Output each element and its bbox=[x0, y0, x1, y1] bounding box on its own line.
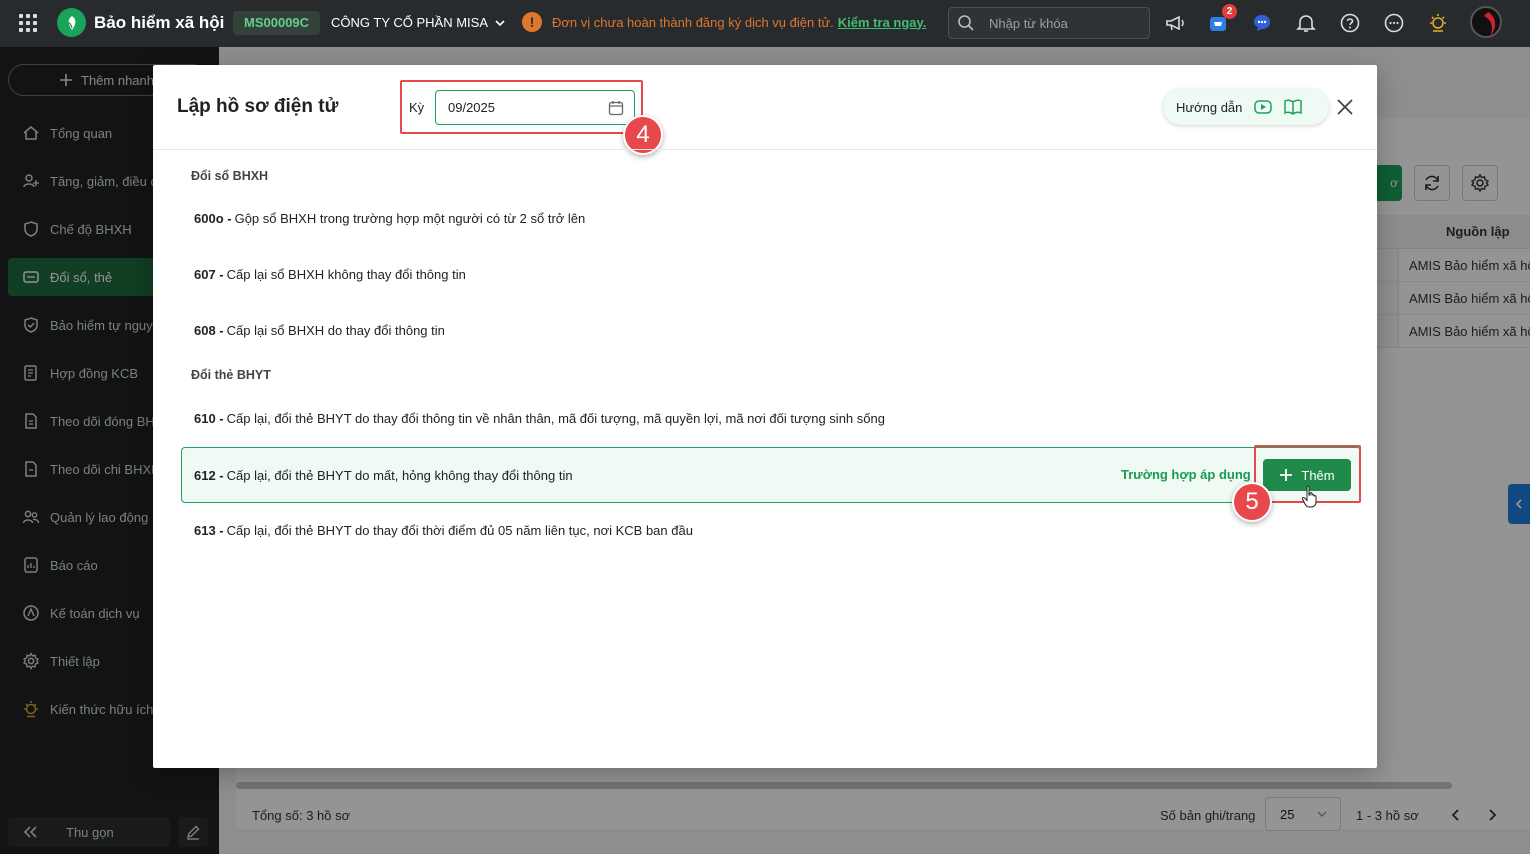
book-icon[interactable] bbox=[1284, 99, 1303, 115]
form-code: 608 - bbox=[194, 322, 224, 338]
warning-text: Đơn vị chưa hoàn thành đăng ký dịch vụ đ… bbox=[552, 14, 834, 30]
search-input[interactable] bbox=[989, 15, 1139, 31]
form-code: 612 - bbox=[194, 467, 224, 483]
company-selector[interactable]: CÔNG TY CỔ PHẦN MISA bbox=[331, 15, 506, 30]
bell-icon[interactable] bbox=[1295, 12, 1317, 34]
form-item-607[interactable]: 607 - Cấp lại sổ BHXH không thay đổi thô… bbox=[181, 246, 1361, 302]
apps-grid-icon[interactable] bbox=[19, 14, 37, 32]
group-title-book-exchange: Đổi sổ BHXH bbox=[191, 169, 269, 183]
group-title-card-exchange: Đổi thẻ BHYT bbox=[191, 368, 271, 382]
user-avatar[interactable] bbox=[1470, 6, 1502, 38]
form-text: Cấp lại sổ BHXH do thay đổi thông tin bbox=[226, 322, 445, 338]
create-electronic-record-modal: Lập hồ sơ điện tử Kỳ 4 Hướng dẫn Đổi sổ … bbox=[153, 65, 1377, 768]
form-item-613[interactable]: 613 - Cấp lại, đổi thẻ BHYT do thay đổi … bbox=[181, 502, 1361, 558]
lightbulb-icon[interactable] bbox=[1427, 12, 1449, 34]
cart-icon[interactable]: 2 bbox=[1207, 4, 1237, 34]
form-code: 607 - bbox=[194, 266, 224, 282]
search-box[interactable] bbox=[948, 7, 1150, 39]
form-item-608[interactable]: 608 - Cấp lại sổ BHXH do thay đổi thông … bbox=[181, 302, 1361, 358]
close-icon bbox=[1337, 99, 1353, 115]
top-bar: Bảo hiểm xã hội MS00009C CÔNG TY CỔ PHẦN… bbox=[0, 0, 1530, 47]
video-play-icon[interactable] bbox=[1254, 99, 1273, 115]
step-marker-5: 5 bbox=[1232, 482, 1272, 522]
form-code: 613 - bbox=[194, 522, 224, 538]
chevron-down-icon bbox=[495, 19, 505, 26]
hand-cursor-icon bbox=[1301, 485, 1317, 508]
form-text: Gộp sổ BHXH trong trường hợp một người c… bbox=[234, 210, 586, 226]
close-modal-button[interactable] bbox=[1333, 95, 1357, 119]
applicable-cases-link[interactable]: Trường hợp áp dụng bbox=[1121, 467, 1251, 482]
chat-icon[interactable] bbox=[1251, 12, 1273, 34]
check-now-link[interactable]: Kiểm tra ngay. bbox=[838, 15, 927, 30]
help-icon[interactable] bbox=[1339, 12, 1361, 34]
company-name: CÔNG TY CỔ PHẦN MISA bbox=[331, 15, 488, 30]
modal-divider bbox=[153, 149, 1377, 150]
registration-warning: ! Đơn vị chưa hoàn thành đăng ký dịch vụ… bbox=[522, 12, 926, 32]
app-title: Bảo hiểm xã hội bbox=[94, 13, 225, 32]
guide-label: Hướng dẫn bbox=[1176, 99, 1243, 115]
modal-title: Lập hồ sơ điện tử bbox=[177, 96, 339, 117]
brand-logo-icon bbox=[57, 8, 86, 37]
form-code: 610 - bbox=[194, 410, 224, 426]
more-icon[interactable] bbox=[1383, 12, 1405, 34]
cart-count-badge: 2 bbox=[1222, 4, 1237, 19]
form-text: Cấp lại, đổi thẻ BHYT do thay đổi thông … bbox=[226, 410, 885, 426]
form-text: Cấp lại, đổi thẻ BHYT do thay đổi thời đ… bbox=[226, 522, 693, 538]
search-icon bbox=[958, 15, 974, 31]
form-text: Cấp lại sổ BHXH không thay đổi thông tin bbox=[226, 266, 466, 282]
form-item-600o[interactable]: 600o - Gộp sổ BHXH trong trường hợp một … bbox=[181, 190, 1361, 246]
form-code: 600o - bbox=[194, 210, 232, 226]
guide-pill[interactable]: Hướng dẫn bbox=[1163, 89, 1329, 125]
warning-icon: ! bbox=[522, 12, 542, 32]
unit-code-badge[interactable]: MS00009C bbox=[233, 11, 321, 35]
form-text: Cấp lại, đổi thẻ BHYT do mất, hỏng không… bbox=[226, 467, 573, 483]
period-highlight bbox=[400, 80, 643, 134]
form-item-610[interactable]: 610 - Cấp lại, đổi thẻ BHYT do thay đổi … bbox=[181, 390, 1361, 446]
megaphone-icon[interactable] bbox=[1164, 12, 1186, 34]
